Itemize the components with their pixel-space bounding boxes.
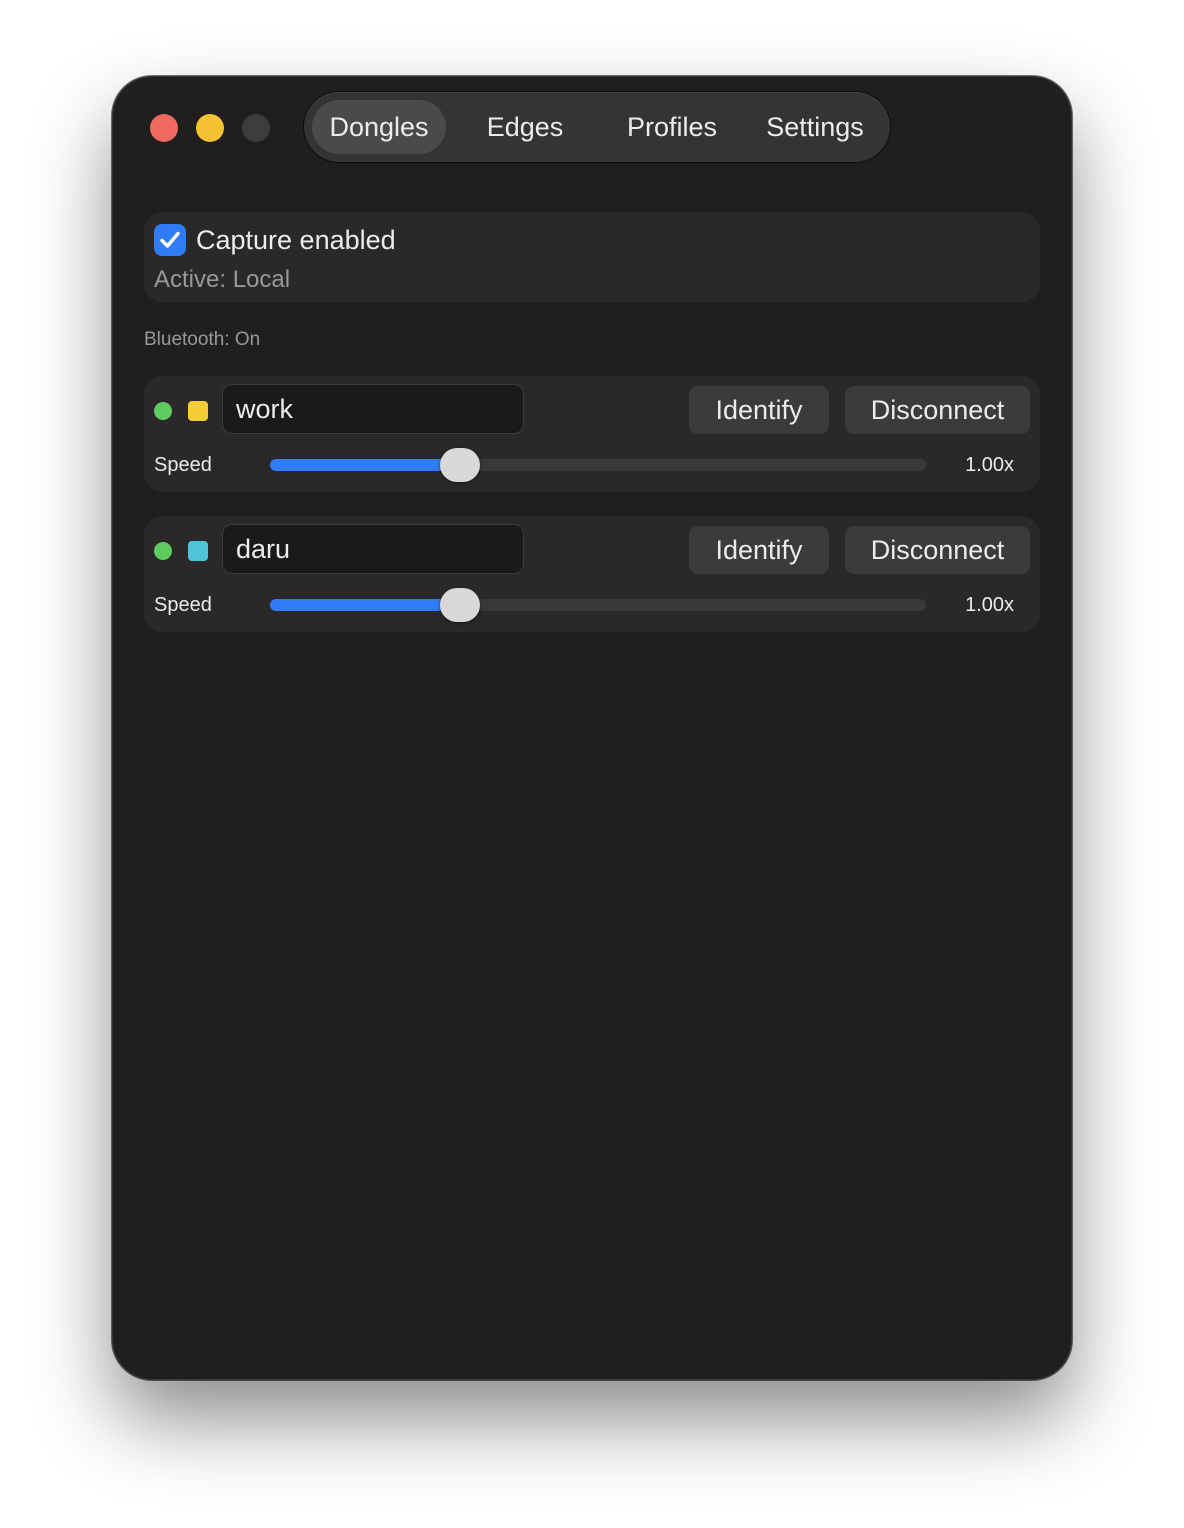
bluetooth-status: Bluetooth: On	[144, 329, 261, 350]
tab-profiles[interactable]: Profiles	[604, 100, 740, 154]
tab-edges[interactable]: Edges	[462, 100, 588, 154]
slider-fill	[270, 599, 460, 611]
capture-enabled-label: Capture enabled	[196, 225, 396, 255]
device-card: Identify Disconnect Speed 1.00x	[144, 376, 1040, 492]
tab-settings[interactable]: Settings	[748, 100, 882, 154]
slider-fill	[270, 459, 460, 471]
speed-label: Speed	[154, 594, 212, 616]
speed-label: Speed	[154, 454, 212, 476]
slider-thumb[interactable]	[440, 448, 480, 482]
device-name-input[interactable]	[222, 384, 524, 434]
minimize-window-button[interactable]	[196, 114, 224, 142]
device-name-input[interactable]	[222, 524, 524, 574]
disconnect-button[interactable]: Disconnect	[845, 526, 1030, 574]
speed-value: 1.00x	[965, 594, 1014, 616]
tab-bar: Dongles Edges Profiles Settings	[304, 92, 890, 162]
checkmark-icon	[160, 231, 180, 248]
identify-button[interactable]: Identify	[689, 526, 829, 574]
device-card: Identify Disconnect Speed 1.00x	[144, 516, 1040, 632]
device-color-swatch[interactable]	[188, 401, 208, 421]
slider-thumb[interactable]	[440, 588, 480, 622]
connection-status-dot-icon	[154, 402, 172, 420]
speed-slider[interactable]	[270, 448, 926, 482]
speed-slider[interactable]	[270, 588, 926, 622]
capture-enabled-checkbox[interactable]	[154, 224, 186, 256]
device-color-swatch[interactable]	[188, 541, 208, 561]
zoom-window-button[interactable]	[242, 114, 270, 142]
connection-status-dot-icon	[154, 542, 172, 560]
active-mode-label: Active: Local	[154, 266, 291, 293]
speed-value: 1.00x	[965, 454, 1014, 476]
tab-dongles[interactable]: Dongles	[312, 100, 446, 154]
identify-button[interactable]: Identify	[689, 386, 829, 434]
capture-card: Capture enabled Active: Local	[144, 212, 1040, 302]
close-window-button[interactable]	[150, 114, 178, 142]
disconnect-button[interactable]: Disconnect	[845, 386, 1030, 434]
app-window: Dongles Edges Profiles Settings Capture …	[112, 76, 1072, 1380]
